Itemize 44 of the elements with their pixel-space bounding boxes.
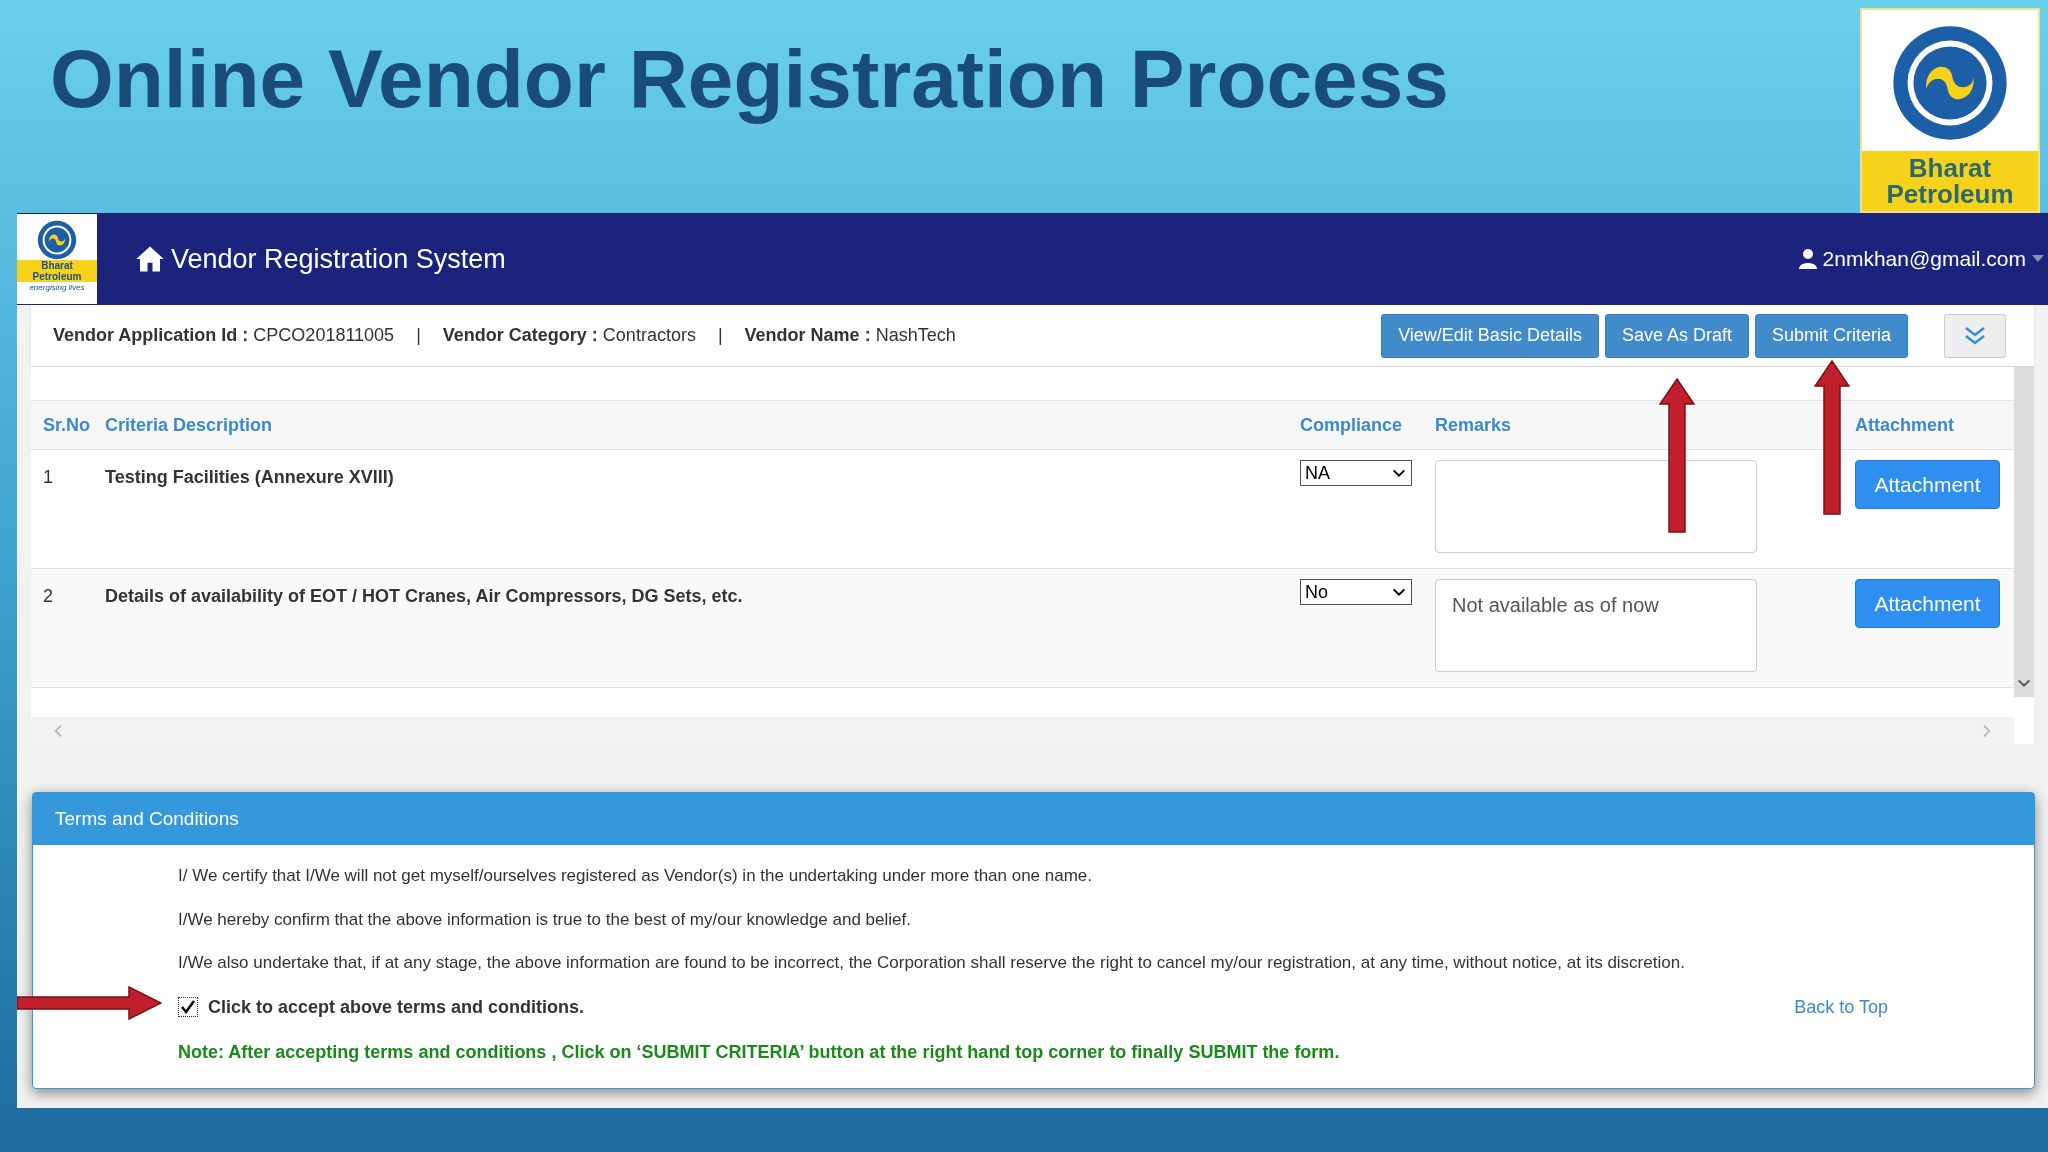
terms-paragraph: I/ We certify that I/We will not get myself/ourselves registered as Vendor(s) in the undertaking under more than one name. (178, 865, 1094, 887)
terms-paragraph: I/We hereby confirm that the above information is true to the best of my/our knowledge and belief. (178, 908, 912, 931)
table-cell-text: Testing Facilities (Annexure XVIII) (105, 466, 395, 489)
compliance-select[interactable]: NA (1300, 460, 1412, 486)
terms-paragraph: I/We also undertake that, if at any stage, the above information are found to be incorrect, the Corporation shall reserve the right to cancel my/our registration, at any time, without notice, at its discretion. (178, 952, 1686, 974)
accept-checkbox[interactable] (178, 997, 198, 1017)
remarks-field[interactable] (1435, 460, 1757, 553)
logo-text: Bharat (41, 260, 73, 271)
expand-button[interactable] (1944, 313, 2006, 358)
column-header: Remarks (1434, 413, 1513, 437)
action-button[interactable]: Submit Criteria (1754, 313, 1908, 358)
table-cell-text: 2 (42, 585, 54, 608)
remarks-field[interactable]: Not available as of now (1435, 579, 1757, 672)
logo-text: Petroleum (32, 271, 82, 282)
action-button[interactable]: Save As Draft (1604, 313, 1749, 358)
logo-text: Petroleum (1886, 181, 2014, 207)
logo-tagline: energising lives (29, 282, 85, 294)
panel-title: Terms and Conditions (55, 806, 239, 831)
column-header: Compliance (1299, 413, 1404, 437)
checkmark-icon (180, 999, 196, 1015)
column-header: Sr.No (42, 413, 91, 437)
back-to-top-link[interactable]: Back to Top (1794, 993, 1888, 1021)
info-field: Vendor Application Id : CPCO201811005 (53, 322, 395, 349)
table-cell-text: Details of availability of EOT / HOT Cranes, Air Compressors, DG Sets, etc. (105, 585, 744, 608)
info-field: Vendor Category : Contractors (442, 322, 696, 349)
info-field: Vendor Name : NashTech (744, 322, 956, 349)
compliance-select[interactable]: No (1300, 579, 1412, 605)
column-header: Criteria Description (105, 413, 274, 437)
column-header: Attachment (1855, 413, 1955, 437)
separator-text: | (717, 324, 723, 347)
caret-icon[interactable] (2032, 255, 2044, 263)
vertical-scrollbar[interactable] (2014, 367, 2034, 697)
user-icon (1798, 249, 1817, 269)
separator-text: | (416, 324, 421, 347)
double-chevron-icon (1963, 325, 1987, 346)
note-text: Note: After accepting terms and conditions , Click on ‘SUBMIT CRITERIA’ button at the right hand top corner to finally SUBMIT the form. (178, 1040, 1341, 1064)
home-icon[interactable] (135, 245, 165, 273)
logo-emblem-icon (1891, 24, 2009, 142)
app-title[interactable]: Vendor Registration System (171, 238, 506, 280)
table-cell-text: 1 (42, 466, 54, 489)
accept-label[interactable]: Click to accept above terms and conditions. (208, 993, 585, 1021)
logo-text: Bharat (1908, 155, 1992, 181)
user-email[interactable]: 2nmkhan@gmail.com (1822, 243, 2026, 275)
action-button[interactable]: View/Edit Basic Details (1381, 313, 1599, 358)
